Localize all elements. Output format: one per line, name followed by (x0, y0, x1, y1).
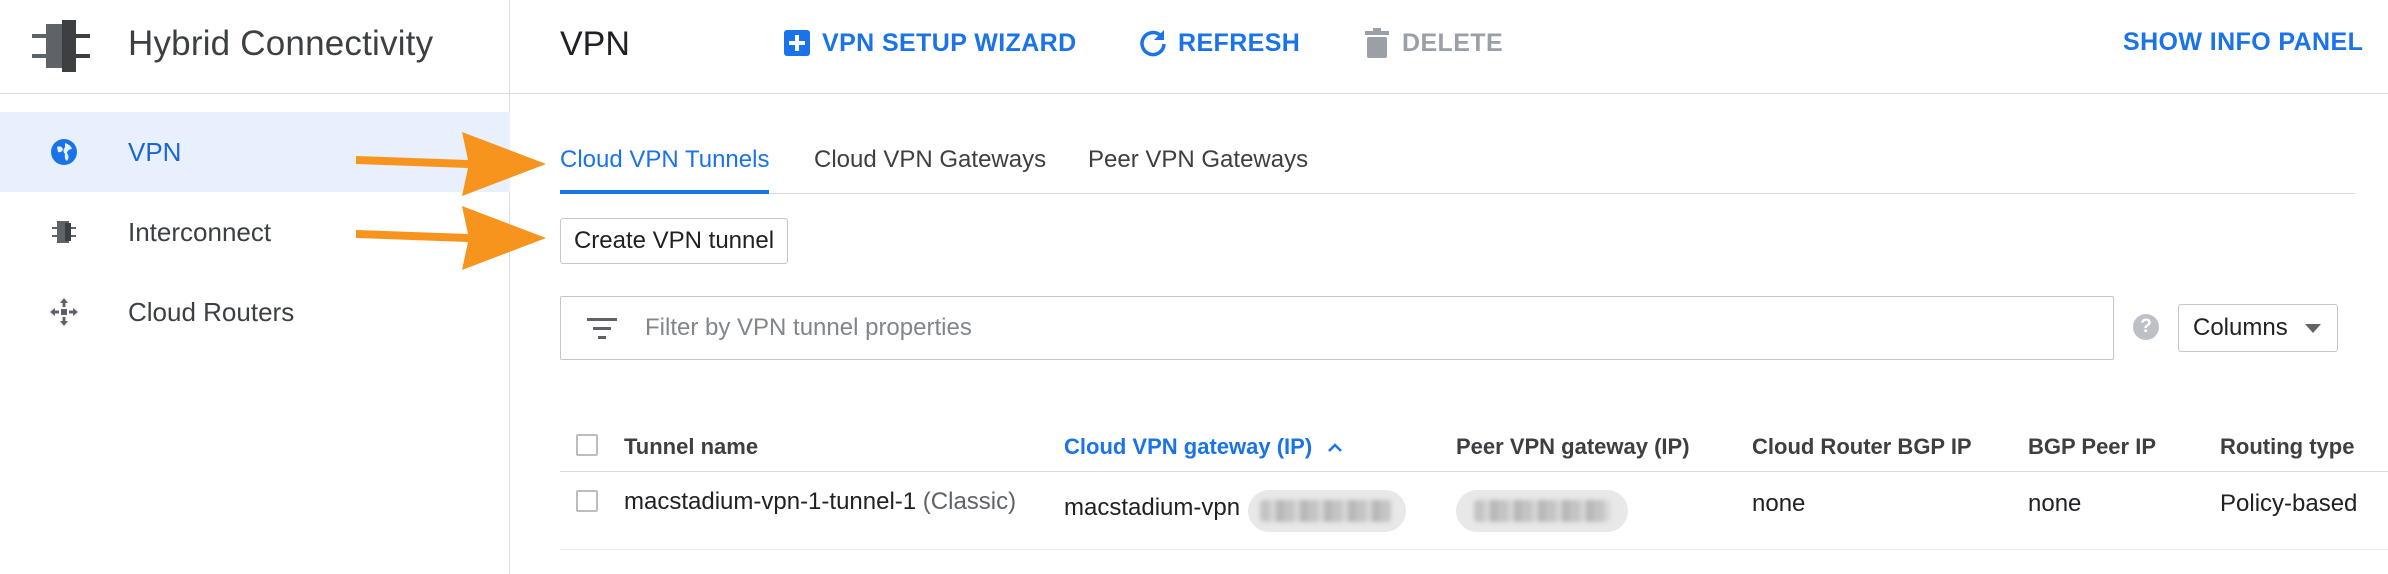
cloud-routers-icon (46, 294, 82, 330)
delete-button[interactable]: DELETE (1362, 28, 1503, 58)
vpn-setup-wizard-label: VPN SETUP WIZARD (822, 28, 1077, 57)
delete-label: DELETE (1402, 28, 1504, 57)
table-row[interactable]: macstadium-vpn-1-tunnel-1 (Classic) macs… (560, 472, 2388, 550)
hybrid-connectivity-icon (32, 20, 90, 72)
redacted-ip-chip (1248, 490, 1406, 532)
cloud-gateway-name[interactable]: macstadium-vpn (1064, 494, 1240, 522)
page-title: VPN (560, 25, 630, 63)
sidebar-item-label: VPN (128, 136, 182, 167)
bgp-peer-ip-cell: none (2028, 490, 2082, 517)
select-all-checkbox[interactable] (576, 434, 598, 456)
sidebar-header: Hybrid Connectivity (0, 0, 510, 94)
create-vpn-tunnel-button[interactable]: Create VPN tunnel (560, 218, 788, 264)
add-box-icon (782, 28, 812, 58)
column-header-routing-type[interactable]: Routing type (2220, 434, 2354, 460)
top-toolbar: VPN VPN SETUP WIZARD REFRESH DELETE SHOW… (510, 0, 2388, 94)
filter-icon (587, 318, 617, 339)
redacted-ip (1474, 500, 1610, 522)
product-title: Hybrid Connectivity (128, 24, 434, 63)
sidebar-item-cloud-routers[interactable]: Cloud Routers (0, 272, 510, 352)
refresh-button[interactable]: REFRESH (1138, 28, 1300, 58)
sidebar: Hybrid Connectivity VPN Interconnect Clo… (0, 0, 510, 574)
sidebar-item-label: Interconnect (128, 216, 272, 247)
cloud-router-bgp-ip-cell: none (1752, 490, 1806, 517)
annotation-arrow-icon (356, 206, 546, 270)
filter-input[interactable] (645, 297, 2045, 359)
routing-type-cell: Policy-based (2220, 490, 2358, 517)
tab-bar: Cloud VPN Tunnels Cloud VPN Gateways Pee… (560, 138, 2355, 194)
show-info-panel-button[interactable]: SHOW INFO PANEL (2123, 28, 2363, 57)
row-checkbox[interactable] (576, 490, 598, 512)
tab-cloud-vpn-tunnels[interactable]: Cloud VPN Tunnels (560, 146, 770, 194)
redacted-ip-chip (1456, 490, 1628, 532)
column-header-tunnel-name[interactable]: Tunnel name (624, 434, 758, 460)
column-header-peer-vpn-gateway[interactable]: Peer VPN gateway (IP) (1456, 434, 1690, 460)
table-header: Tunnel name Cloud VPN gateway (IP) Peer … (560, 420, 2388, 472)
sort-ascending-icon (1328, 443, 1343, 453)
tab-peer-vpn-gateways[interactable]: Peer VPN Gateways (1088, 146, 1308, 194)
chevron-down-icon (2305, 324, 2321, 333)
help-icon[interactable]: ? (2133, 314, 2159, 340)
column-header-label: Cloud VPN gateway (IP) (1064, 434, 1313, 459)
filter-bar (560, 296, 2114, 360)
show-info-panel-label: SHOW INFO PANEL (2123, 28, 2364, 56)
globe-icon (46, 134, 82, 170)
columns-dropdown[interactable]: Columns (2178, 304, 2338, 352)
sidebar-item-label: Cloud Routers (128, 296, 295, 327)
tunnel-name-link[interactable]: macstadium-vpn-1-tunnel-1 (624, 488, 916, 515)
refresh-label: REFRESH (1178, 28, 1301, 57)
vpn-setup-wizard-button[interactable]: VPN SETUP WIZARD (782, 28, 1077, 58)
app-root: Hybrid Connectivity VPN Interconnect Clo… (0, 0, 2388, 574)
column-header-bgp-peer-ip[interactable]: BGP Peer IP (2028, 434, 2156, 460)
trash-icon (1362, 28, 1392, 58)
redacted-ip (1260, 500, 1392, 522)
tab-cloud-vpn-gateways[interactable]: Cloud VPN Gateways (814, 146, 1046, 194)
column-header-cloud-vpn-gateway[interactable]: Cloud VPN gateway (IP) (1064, 434, 1344, 460)
columns-label: Columns (2193, 314, 2288, 341)
interconnect-icon (46, 214, 82, 250)
tunnel-name-cell: macstadium-vpn-1-tunnel-1 (Classic) (624, 488, 1016, 516)
annotation-arrow-icon (356, 132, 546, 196)
refresh-icon (1138, 28, 1168, 58)
tunnel-type-label: (Classic) (922, 488, 1017, 515)
column-header-cloud-router-bgp-ip[interactable]: Cloud Router BGP IP (1752, 434, 1972, 460)
